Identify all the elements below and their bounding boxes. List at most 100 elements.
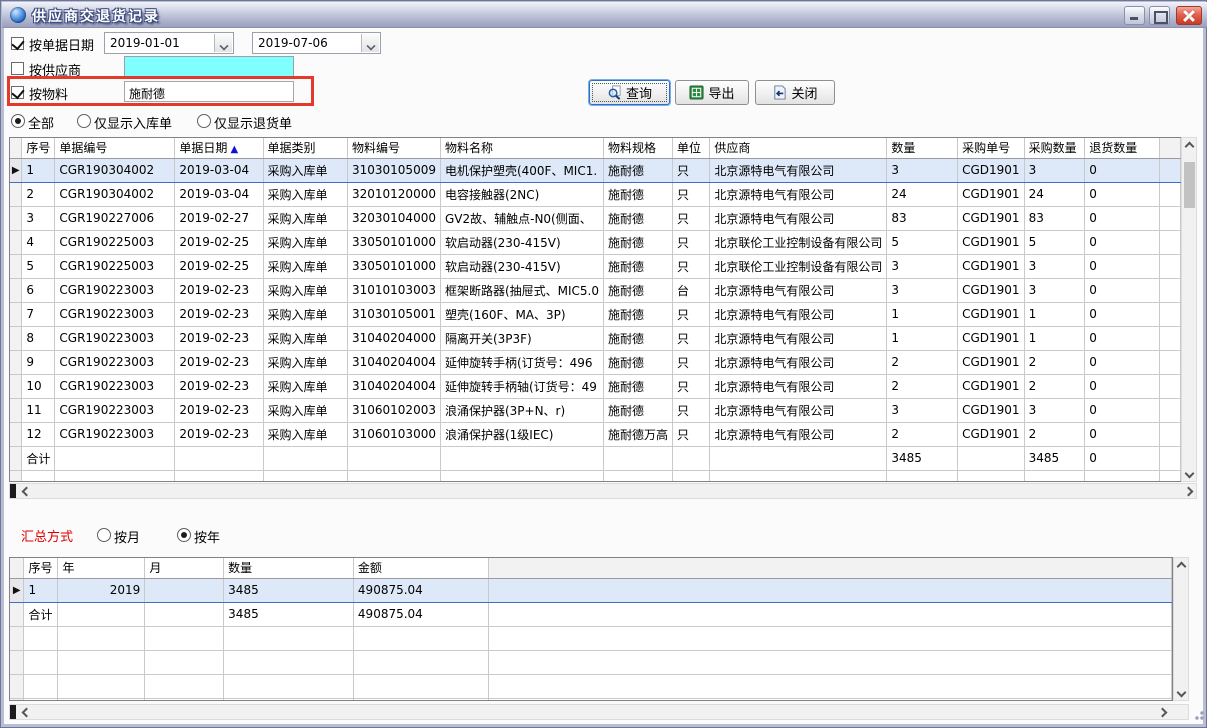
cell	[673, 470, 710, 482]
row-indicator	[10, 422, 22, 446]
table-row[interactable]: 5CGR1902250032019-02-25采购入库单33050101000软…	[10, 254, 1181, 278]
records-grid-vertical-scrollbar[interactable]	[1181, 137, 1197, 482]
radio-returns-only[interactable]	[197, 114, 211, 128]
table-row[interactable]: ▶1CGR1903040022019-03-04采购入库单31030105009…	[10, 158, 1181, 182]
table-row[interactable]: 11CGR1902230032019-02-23采购入库单31060102003…	[10, 398, 1181, 422]
empty-row[interactable]	[10, 698, 1172, 701]
scroll-down-icon[interactable]	[1182, 465, 1196, 481]
supplier-input[interactable]	[124, 56, 294, 77]
date-to-combobox[interactable]: 2019-07-06	[252, 32, 381, 54]
column-header[interactable]: 序号	[22, 138, 55, 158]
table-row[interactable]: 4CGR1902250032019-02-25采购入库单33050101000软…	[10, 230, 1181, 254]
cell: 北京源特电气有限公司	[710, 398, 887, 422]
scroll-up-icon[interactable]	[1182, 138, 1196, 154]
table-row[interactable]: 6CGR1902230032019-02-23采购入库单31010103003框…	[10, 278, 1181, 302]
date-from-combobox[interactable]: 2019-01-01	[104, 32, 234, 54]
scrollbar-thumb[interactable]	[1184, 162, 1195, 208]
maximize-button[interactable]	[1149, 6, 1170, 25]
scrollbar-thumb[interactable]	[10, 705, 16, 719]
column-header[interactable]: 月	[145, 558, 224, 578]
cell: 0	[1085, 350, 1159, 374]
minimize-button[interactable]	[1124, 6, 1145, 25]
radio-all[interactable]	[11, 114, 25, 128]
scroll-right-icon[interactable]	[1154, 705, 1170, 719]
records-grid-horizontal-scrollbar[interactable]	[9, 483, 1197, 499]
column-header[interactable]: 数量	[887, 138, 958, 158]
column-header[interactable]: 供应商	[710, 138, 887, 158]
empty-row[interactable]	[10, 626, 1172, 650]
total-row[interactable]: 合计348534850	[10, 446, 1181, 470]
summary-grid-vertical-scrollbar[interactable]	[1173, 557, 1189, 701]
column-header[interactable]: 物料名称	[440, 138, 603, 158]
empty-row[interactable]	[10, 470, 1181, 482]
scroll-up-icon[interactable]	[1174, 558, 1188, 574]
table-row[interactable]: 10CGR1902230032019-02-23采购入库单31040204004…	[10, 374, 1181, 398]
cell: 施耐德	[604, 278, 673, 302]
column-header[interactable]: 退货数量	[1085, 138, 1159, 158]
radio-by-year[interactable]	[177, 528, 191, 542]
table-row[interactable]: 9CGR1902230032019-02-23采购入库单31040204004延…	[10, 350, 1181, 374]
column-header[interactable]: 数量	[224, 558, 354, 578]
table-row[interactable]: 2CGR1903040022019-03-04采购入库单32010120000电…	[10, 182, 1181, 206]
cell	[353, 698, 488, 701]
table-row[interactable]: ▶120193485490875.04	[10, 578, 1172, 602]
total-row[interactable]: 合计3485490875.04	[10, 602, 1172, 626]
cell: 只	[673, 398, 710, 422]
title-bar[interactable]: 供应商交退货记录	[2, 2, 1207, 28]
table-row[interactable]: 12CGR1902230032019-02-23采购入库单31060103000…	[10, 422, 1181, 446]
records-grid[interactable]: 序号单据编号单据日期 ▲单据类别物料编号物料名称物料规格单位供应商数量采购单号采…	[9, 137, 1182, 482]
cell: 北京源特电气有限公司	[710, 206, 887, 230]
resize-grip[interactable]	[1193, 709, 1205, 721]
by-material-checkbox[interactable]	[11, 86, 24, 99]
cell: 合计	[24, 602, 58, 626]
cell: CGD1901	[958, 302, 1024, 326]
cell: 8	[22, 326, 55, 350]
column-header[interactable]: 物料规格	[604, 138, 673, 158]
scroll-down-icon[interactable]	[1174, 684, 1188, 700]
column-header[interactable]: 单据日期 ▲	[175, 138, 263, 158]
column-header[interactable]: 金额	[353, 558, 488, 578]
filler-cell	[488, 578, 1171, 602]
row-indicator	[10, 398, 22, 422]
column-header[interactable]: 采购单号	[958, 138, 1024, 158]
query-button[interactable]: 查询	[589, 80, 670, 105]
cell: 2019-02-23	[175, 398, 263, 422]
cell: 延伸旋转手柄轴(订货号：49	[440, 374, 603, 398]
scroll-right-icon[interactable]	[1180, 484, 1196, 498]
radio-by-month[interactable]	[97, 528, 111, 542]
column-header[interactable]: 单位	[673, 138, 710, 158]
scroll-left-icon[interactable]	[18, 705, 34, 719]
empty-row[interactable]	[10, 650, 1172, 674]
column-header[interactable]: 物料编号	[347, 138, 440, 158]
by-supplier-checkbox[interactable]	[11, 62, 24, 75]
radio-inbound-only[interactable]	[77, 114, 91, 128]
scrollbar-thumb[interactable]	[10, 484, 16, 498]
close-window-button[interactable]: 关闭	[755, 80, 835, 105]
table-row[interactable]: 7CGR1902230032019-02-23采购入库单31030105001塑…	[10, 302, 1181, 326]
cell: 0	[1085, 302, 1159, 326]
column-header[interactable]: 单据类别	[263, 138, 347, 158]
column-header[interactable]: 序号	[24, 558, 58, 578]
cell: 0	[1085, 374, 1159, 398]
cell: 只	[673, 230, 710, 254]
export-button[interactable]: 导出	[675, 80, 749, 105]
material-input[interactable]: 施耐德	[124, 81, 294, 102]
close-button[interactable]	[1176, 6, 1202, 25]
cell: 只	[673, 326, 710, 350]
column-header[interactable]: 采购数量	[1024, 138, 1085, 158]
cell: 2	[887, 374, 958, 398]
scroll-left-icon[interactable]	[18, 484, 34, 498]
cell: 2019-02-25	[175, 230, 263, 254]
table-row[interactable]: 8CGR1902230032019-02-23采购入库单31040204000隔…	[10, 326, 1181, 350]
column-header[interactable]: 单据编号	[55, 138, 175, 158]
empty-row[interactable]	[10, 674, 1172, 698]
cell: 2	[1024, 350, 1085, 374]
chevron-down-icon[interactable]	[214, 34, 232, 52]
cell: 北京源特电气有限公司	[710, 278, 887, 302]
by-date-checkbox[interactable]	[11, 37, 24, 50]
table-row[interactable]: 3CGR1902270062019-02-27采购入库单32030104000G…	[10, 206, 1181, 230]
summary-grid[interactable]: 序号年月数量金额▶120193485490875.04合计3485490875.…	[9, 557, 1173, 701]
summary-grid-horizontal-scrollbar[interactable]	[9, 704, 1189, 720]
chevron-down-icon[interactable]	[361, 34, 379, 52]
column-header[interactable]: 年	[58, 558, 145, 578]
